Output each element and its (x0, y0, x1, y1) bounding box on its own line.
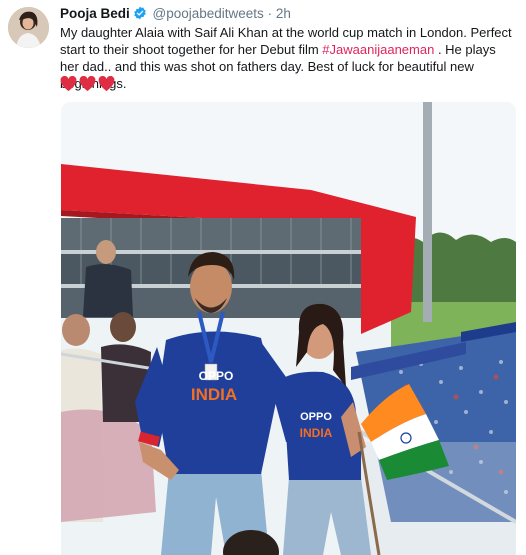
spectator (62, 314, 90, 346)
spectator (96, 240, 116, 264)
tweet[interactable]: Pooja Bedi @poojabeditweets · 2h My daug… (0, 0, 526, 555)
author-handle[interactable]: @poojabeditweets (153, 6, 264, 21)
jersey-text: INDIA (191, 385, 237, 404)
floodlight-pole (423, 102, 432, 322)
tweet-header: Pooja Bedi @poojabeditweets · 2h (60, 6, 291, 23)
heart-emoji-icon (98, 75, 115, 97)
sponsor-text: OPPO (300, 411, 332, 423)
separator-dot: · (267, 6, 273, 21)
heart-emoji-icon (79, 75, 96, 97)
heart-emoji-icon (60, 75, 77, 97)
author-name[interactable]: Pooja Bedi (60, 6, 130, 21)
jersey-text: INDIA (300, 426, 333, 440)
verified-badge-icon (133, 6, 147, 23)
tweet-timestamp[interactable]: 2h (276, 6, 291, 21)
tweet-text: My daughter Alaia with Saif Ali Khan at … (60, 24, 515, 92)
sponsor-text: OPPO (199, 369, 234, 383)
emoji-row (60, 75, 115, 97)
author-avatar[interactable] (8, 7, 49, 48)
tweet-photo[interactable]: OPPO INDIA OPPO INDIA (61, 102, 516, 555)
hashtag-link[interactable]: #Jawaanijaaneman (322, 42, 434, 57)
